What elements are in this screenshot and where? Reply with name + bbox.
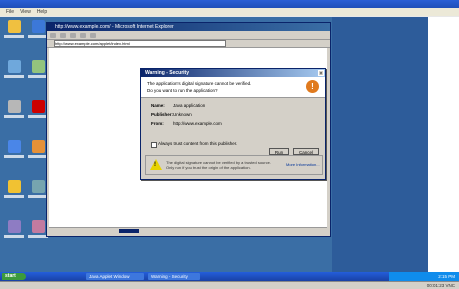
desktop-icon-label (4, 115, 24, 118)
host-menu-view[interactable]: View (20, 9, 31, 15)
acrobat-reader-icon (31, 100, 45, 113)
browser-title-bar[interactable]: http://www.example.com/ - Microsoft Inte… (47, 23, 330, 31)
footer-text: The digital signature cannot be verified… (166, 160, 271, 170)
taskbar-task-browser[interactable]: Java Applet Window (86, 273, 144, 280)
recycle-bin-icon (7, 100, 21, 113)
shortcut-2-icon (31, 180, 45, 193)
my-network-places-icon (31, 60, 45, 73)
desktop-icon-label (4, 35, 24, 38)
browser-title: http://www.example.com/ - Microsoft Inte… (55, 24, 174, 30)
desktop-icon-label (4, 195, 24, 198)
desktop-icon-recycle-bin[interactable] (4, 100, 24, 126)
desktop-icon-label (28, 75, 48, 78)
dialog-title: Warning - Security (145, 70, 189, 76)
publisher-row: Publisher:Unknown (151, 112, 192, 117)
desktop-icon-label (28, 155, 48, 158)
outlook-express-icon (7, 140, 21, 153)
name-label: Name: (151, 103, 165, 108)
taskbar-task-dialog[interactable]: Warning - Security (148, 273, 200, 280)
desktop-icon-label (4, 155, 24, 158)
from-value: http://www.example.com (173, 121, 222, 126)
always-trust-checkbox[interactable] (151, 142, 157, 148)
from-row: From: http://www.example.com (151, 121, 222, 126)
desktop-icon-label (28, 235, 48, 238)
system-tray-clock: 2:15 PM (389, 272, 459, 281)
stop-icon[interactable] (70, 32, 76, 38)
desktop-icon-label (4, 235, 24, 238)
address-bar: http://www.example.com/applet/index.html (47, 40, 330, 48)
desktop-icon-acrobat-reader[interactable] (28, 100, 48, 126)
host-right-panel (428, 17, 459, 272)
desktop-icon-outlook-express[interactable] (4, 140, 24, 166)
name-row: Name: Java application (151, 103, 205, 108)
desktop-icon-shortcut-3[interactable] (4, 220, 24, 246)
host-menu-file[interactable]: File (6, 9, 14, 15)
app-shortcut-icon (31, 140, 45, 153)
desktop-icon-shortcut-4[interactable] (28, 220, 48, 246)
dialog-body: Name: Java application Publisher:Unknown … (141, 98, 325, 156)
desktop-icon-label (28, 195, 48, 198)
warning-mark: ! (154, 162, 156, 168)
desktop-icon-label (28, 35, 48, 38)
my-documents-icon (7, 20, 21, 33)
always-trust-label: Always trust content from this publisher… (158, 141, 238, 146)
shortcut-3-icon (7, 220, 21, 233)
refresh-icon[interactable] (80, 32, 86, 38)
desktop-icon-label (4, 75, 24, 78)
name-value: Java application (173, 103, 206, 108)
desktop-icon-app-shortcut[interactable] (28, 140, 48, 166)
close-icon[interactable]: × (318, 70, 324, 77)
security-dialog: Warning - Security × The application's d… (140, 68, 326, 180)
desktop-icon-my-computer[interactable] (4, 60, 24, 86)
desktop-icon-my-documents[interactable] (4, 20, 24, 46)
host-menu-help[interactable]: Help (37, 9, 47, 15)
dialog-heading: The application's digital signature cann… (147, 81, 252, 86)
browser-toolbar (47, 31, 330, 40)
desktop-icon-my-network-places[interactable] (28, 60, 48, 86)
desktop-background-right (332, 17, 428, 272)
cancel-button[interactable]: Cancel (293, 148, 319, 155)
start-button[interactable]: start (2, 273, 26, 280)
back-icon[interactable] (50, 32, 56, 38)
guest-taskbar: start Java Applet Window Warning - Secur… (0, 272, 459, 281)
forward-icon[interactable] (60, 32, 66, 38)
my-computer-icon (7, 60, 21, 73)
dialog-subheading: Do you want to run the application? (147, 88, 218, 93)
dialog-header: The application's digital signature cann… (141, 77, 325, 98)
desktop-icon-folder[interactable] (4, 180, 24, 206)
dialog-footer: ! The digital signature cannot be verifi… (145, 155, 323, 175)
desktop-icon-internet-explorer[interactable] (28, 20, 48, 46)
publisher-label: Publisher: (151, 112, 174, 117)
publisher-value: Unknown (173, 112, 192, 117)
warning-triangle-icon (150, 159, 162, 170)
desktop-icon-shortcut-2[interactable] (28, 180, 48, 206)
folder-icon (7, 180, 21, 193)
from-label: From: (151, 121, 164, 126)
more-information-link[interactable]: More Information... (286, 162, 320, 167)
host-title-bar (0, 0, 459, 8)
internet-explorer-icon (31, 20, 45, 33)
status-progress (119, 229, 139, 233)
shortcut-4-icon (31, 220, 45, 233)
home-icon[interactable] (90, 32, 96, 38)
browser-status-bar (49, 227, 327, 234)
address-input[interactable]: http://www.example.com/applet/index.html (54, 40, 226, 47)
dialog-title-bar[interactable]: Warning - Security × (141, 69, 325, 77)
desktop-icon-label (28, 115, 48, 118)
run-button[interactable]: Run (269, 148, 289, 155)
warning-shield-icon: ! (306, 80, 319, 93)
